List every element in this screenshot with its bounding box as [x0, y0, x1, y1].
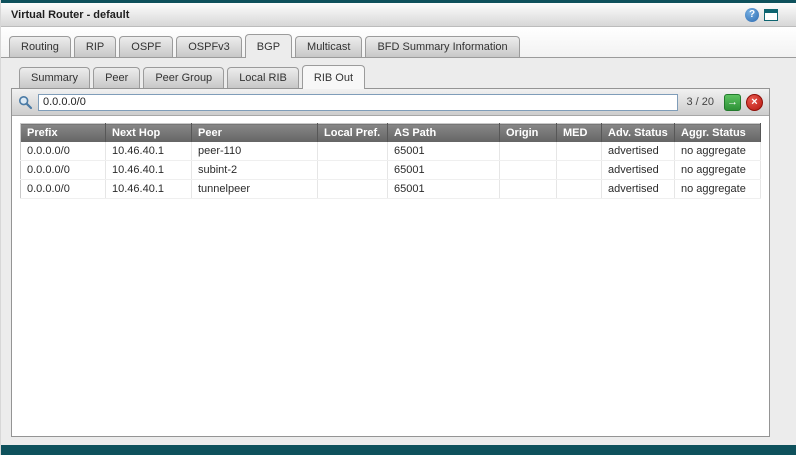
search-bar: 3 / 20 → × [12, 89, 769, 116]
page-title: Virtual Router - default [11, 9, 129, 21]
column-header-adv-status[interactable]: Adv. Status [602, 124, 675, 143]
aggr-status-cell: no aggregate [675, 161, 761, 180]
rib-out-table: Prefix Next Hop Peer Local Pref. AS Path… [20, 123, 761, 199]
local-pref-cell [318, 180, 388, 199]
peer-cell: subint-2 [192, 161, 318, 180]
tab-multicast[interactable]: Multicast [295, 36, 362, 57]
bgp-content: Summary Peer Peer Group Local RIB RIB Ou… [1, 57, 796, 445]
titlebar-icons: ? [745, 8, 786, 22]
prefix-link[interactable]: 0.0.0.0/0 [21, 142, 106, 161]
table-row[interactable]: 0.0.0.0/0 10.46.40.1 subint-2 65001 adve… [21, 161, 761, 180]
as-path-cell: 65001 [388, 142, 500, 161]
prefix-link[interactable]: 0.0.0.0/0 [21, 161, 106, 180]
table-container: Prefix Next Hop Peer Local Pref. AS Path… [12, 116, 769, 206]
column-header-prefix[interactable]: Prefix [21, 124, 106, 143]
origin-cell [500, 161, 557, 180]
med-cell [557, 142, 602, 161]
result-count: 3 / 20 [686, 96, 714, 108]
subtab-peer-group[interactable]: Peer Group [143, 67, 224, 88]
column-header-as-path[interactable]: AS Path [388, 124, 500, 143]
rib-out-panel: 3 / 20 → × Prefix Next Hop Peer [11, 88, 770, 437]
search-input[interactable] [38, 94, 678, 111]
local-pref-cell [318, 142, 388, 161]
subtab-rib-out[interactable]: RIB Out [302, 65, 365, 89]
adv-status-cell: advertised [602, 161, 675, 180]
column-header-next-hop[interactable]: Next Hop [106, 124, 192, 143]
adv-status-cell: advertised [602, 180, 675, 199]
column-header-origin[interactable]: Origin [500, 124, 557, 143]
peer-cell: tunnelpeer [192, 180, 318, 199]
window-restore-icon[interactable] [764, 9, 778, 21]
column-header-peer[interactable]: Peer [192, 124, 318, 143]
main-tabbar: Routing RIP OSPF OSPFv3 BGP Multicast BF… [1, 27, 796, 57]
next-hop-cell: 10.46.40.1 [106, 180, 192, 199]
search-icon [18, 95, 33, 110]
origin-cell [500, 142, 557, 161]
tab-bgp[interactable]: BGP [245, 34, 292, 58]
subtab-summary[interactable]: Summary [19, 67, 90, 88]
column-header-med[interactable]: MED [557, 124, 602, 143]
table-row[interactable]: 0.0.0.0/0 10.46.40.1 peer-110 65001 adve… [21, 142, 761, 161]
apply-filter-button[interactable]: → [724, 94, 741, 111]
as-path-cell: 65001 [388, 161, 500, 180]
bgp-subtabbar: Summary Peer Peer Group Local RIB RIB Ou… [11, 63, 770, 88]
local-pref-cell [318, 161, 388, 180]
aggr-status-cell: no aggregate [675, 180, 761, 199]
subtab-peer[interactable]: Peer [93, 67, 140, 88]
table-header-row: Prefix Next Hop Peer Local Pref. AS Path… [21, 124, 761, 143]
peer-cell: peer-110 [192, 142, 318, 161]
next-hop-cell: 10.46.40.1 [106, 161, 192, 180]
as-path-cell: 65001 [388, 180, 500, 199]
table-row[interactable]: 0.0.0.0/0 10.46.40.1 tunnelpeer 65001 ad… [21, 180, 761, 199]
tab-rip[interactable]: RIP [74, 36, 116, 57]
tab-ospfv3[interactable]: OSPFv3 [176, 36, 242, 57]
tab-ospf[interactable]: OSPF [119, 36, 173, 57]
med-cell [557, 180, 602, 199]
titlebar: Virtual Router - default ? [1, 3, 796, 27]
adv-status-cell: advertised [602, 142, 675, 161]
virtual-router-dialog: Virtual Router - default ? Routing RIP O… [0, 0, 796, 455]
aggr-status-cell: no aggregate [675, 142, 761, 161]
subtab-local-rib[interactable]: Local RIB [227, 67, 299, 88]
next-hop-cell: 10.46.40.1 [106, 142, 192, 161]
med-cell [557, 161, 602, 180]
bottom-border [1, 445, 796, 455]
origin-cell [500, 180, 557, 199]
help-icon[interactable]: ? [745, 8, 759, 22]
prefix-link[interactable]: 0.0.0.0/0 [21, 180, 106, 199]
column-header-local-pref[interactable]: Local Pref. [318, 124, 388, 143]
tab-routing[interactable]: Routing [9, 36, 71, 57]
column-header-aggr-status[interactable]: Aggr. Status [675, 124, 761, 143]
clear-filter-button[interactable]: × [746, 94, 763, 111]
tab-bfd-summary[interactable]: BFD Summary Information [365, 36, 519, 57]
